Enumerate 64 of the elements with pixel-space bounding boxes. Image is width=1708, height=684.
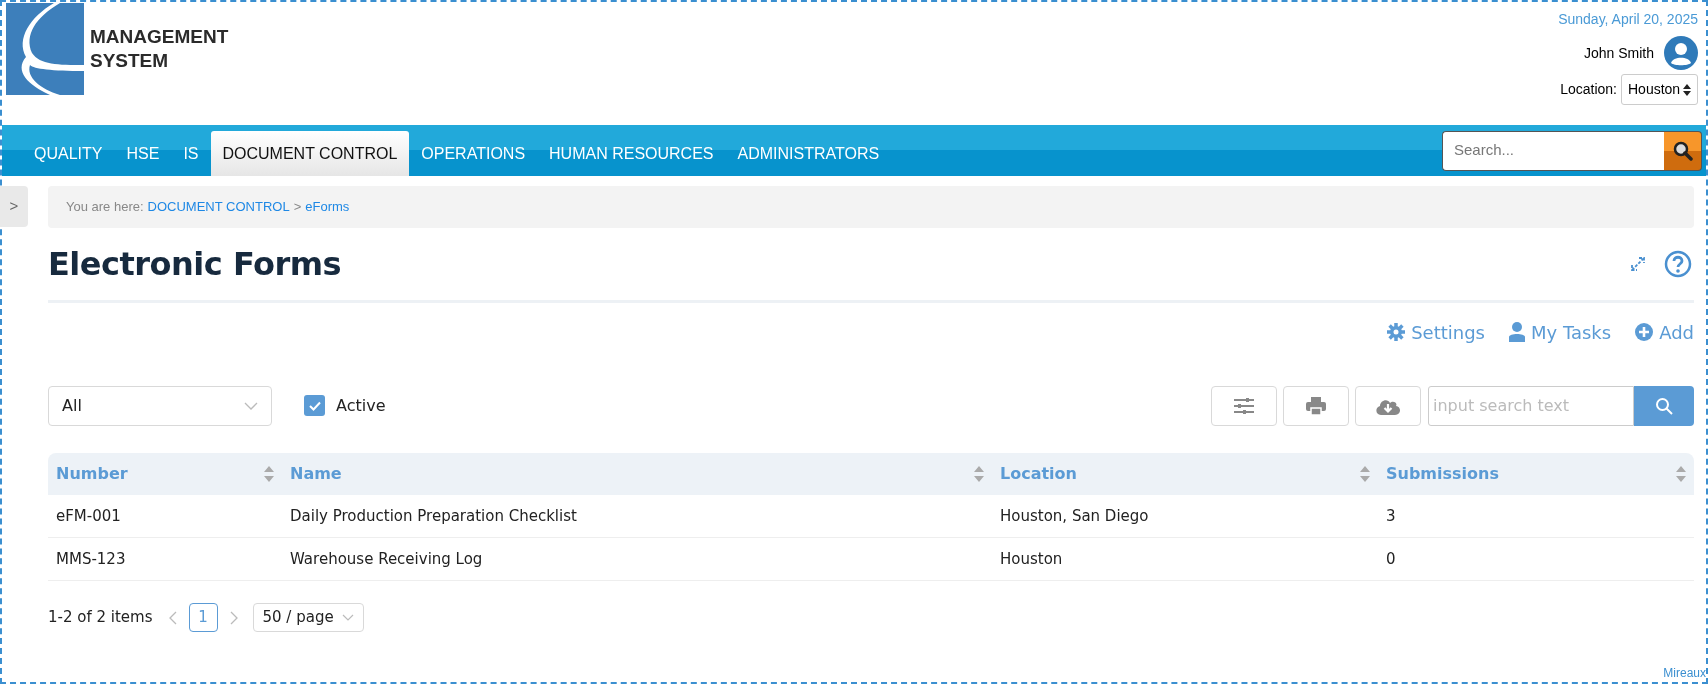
table-search-button[interactable] — [1634, 385, 1694, 426]
column-header[interactable]: Submissions — [1386, 462, 1499, 486]
settings-icon — [1387, 323, 1406, 341]
user-avatar-icon[interactable] — [1664, 36, 1698, 70]
add-icon — [1635, 323, 1654, 341]
page-button[interactable]: 1 — [188, 603, 218, 632]
sort-icon — [1683, 83, 1691, 96]
page-title: Electronic Forms — [48, 244, 342, 285]
table-cell-text: eFM-001 — [56, 505, 121, 527]
table-cell-text: 0 — [1386, 548, 1396, 570]
download-button[interactable] — [1355, 385, 1421, 426]
breadcrumb-label: You are here: — [66, 198, 144, 217]
table-search-field[interactable]: input search text — [1428, 385, 1634, 426]
breadcrumb-link[interactable]: eForms — [305, 197, 350, 217]
logo-text: MANAGEMENT SYSTEM — [90, 25, 229, 73]
breadcrumb-separator: > — [293, 198, 302, 217]
table-cell-text: Houston — [1000, 548, 1063, 570]
column-header[interactable]: Location — [1000, 462, 1077, 486]
add-link[interactable]: Add — [1635, 318, 1694, 346]
table-cell-text: Daily Production Preparation Checklist — [290, 505, 577, 527]
print-button[interactable] — [1283, 385, 1349, 426]
user-icon — [1509, 322, 1525, 342]
user-name: John Smith — [1583, 43, 1654, 63]
footer-credit: Mireaux — [1663, 665, 1706, 682]
next-page-icon[interactable] — [229, 610, 238, 625]
pagination-summary: 1-2 of 2 items — [48, 607, 153, 629]
column-header[interactable]: Name — [290, 462, 342, 486]
sidebar-toggle[interactable]: > — [0, 186, 28, 227]
search-icon — [1655, 396, 1673, 415]
sort-icon[interactable] — [974, 465, 984, 483]
help-icon[interactable] — [1664, 250, 1692, 278]
nav-tab[interactable]: HUMAN RESOURCES — [537, 131, 726, 176]
nav-tab[interactable]: ADMINISTRATORS — [725, 131, 892, 176]
nav-tab[interactable]: IS — [171, 131, 211, 176]
column-header[interactable]: Number — [56, 462, 128, 486]
table-cell-text: Houston, San Diego — [1000, 505, 1149, 527]
expand-icon[interactable] — [1630, 256, 1646, 272]
nav-tab[interactable]: OPERATIONS — [409, 131, 538, 176]
chevron-down-icon — [244, 401, 258, 410]
previous-page-icon[interactable] — [168, 610, 177, 625]
sort-icon[interactable] — [1676, 465, 1686, 483]
sliders-icon — [1233, 397, 1255, 414]
settings-link[interactable]: Settings — [1387, 318, 1485, 346]
location-label: Location: — [1560, 80, 1617, 99]
page-size-select[interactable]: 50 / page — [252, 603, 364, 632]
my-tasks-link[interactable]: My Tasks — [1509, 318, 1612, 346]
location-select[interactable]: Houston — [1621, 74, 1698, 105]
column-settings-button[interactable] — [1211, 385, 1277, 426]
filter-select[interactable]: All — [48, 385, 272, 426]
table-cell-text: Warehouse Receiving Log — [290, 548, 483, 570]
sort-icon[interactable] — [264, 465, 274, 483]
check-icon — [308, 400, 321, 411]
nav-tab[interactable]: QUALITY — [22, 131, 115, 176]
sort-icon[interactable] — [1360, 465, 1370, 483]
active-label: Active — [336, 394, 386, 417]
nav-tab[interactable]: HSE — [114, 131, 172, 176]
table-cell-text: MMS-123 — [56, 548, 126, 570]
print-icon — [1306, 396, 1326, 415]
table-cell-text: 3 — [1386, 505, 1396, 527]
nav-tab[interactable]: DOCUMENT CONTROL — [210, 131, 410, 176]
date-text: Sunday, April 20, 2025 — [1558, 10, 1698, 29]
active-checkbox[interactable] — [304, 395, 325, 416]
chevron-down-icon — [341, 614, 354, 621]
breadcrumb-link[interactable]: DOCUMENT CONTROL — [147, 197, 290, 217]
